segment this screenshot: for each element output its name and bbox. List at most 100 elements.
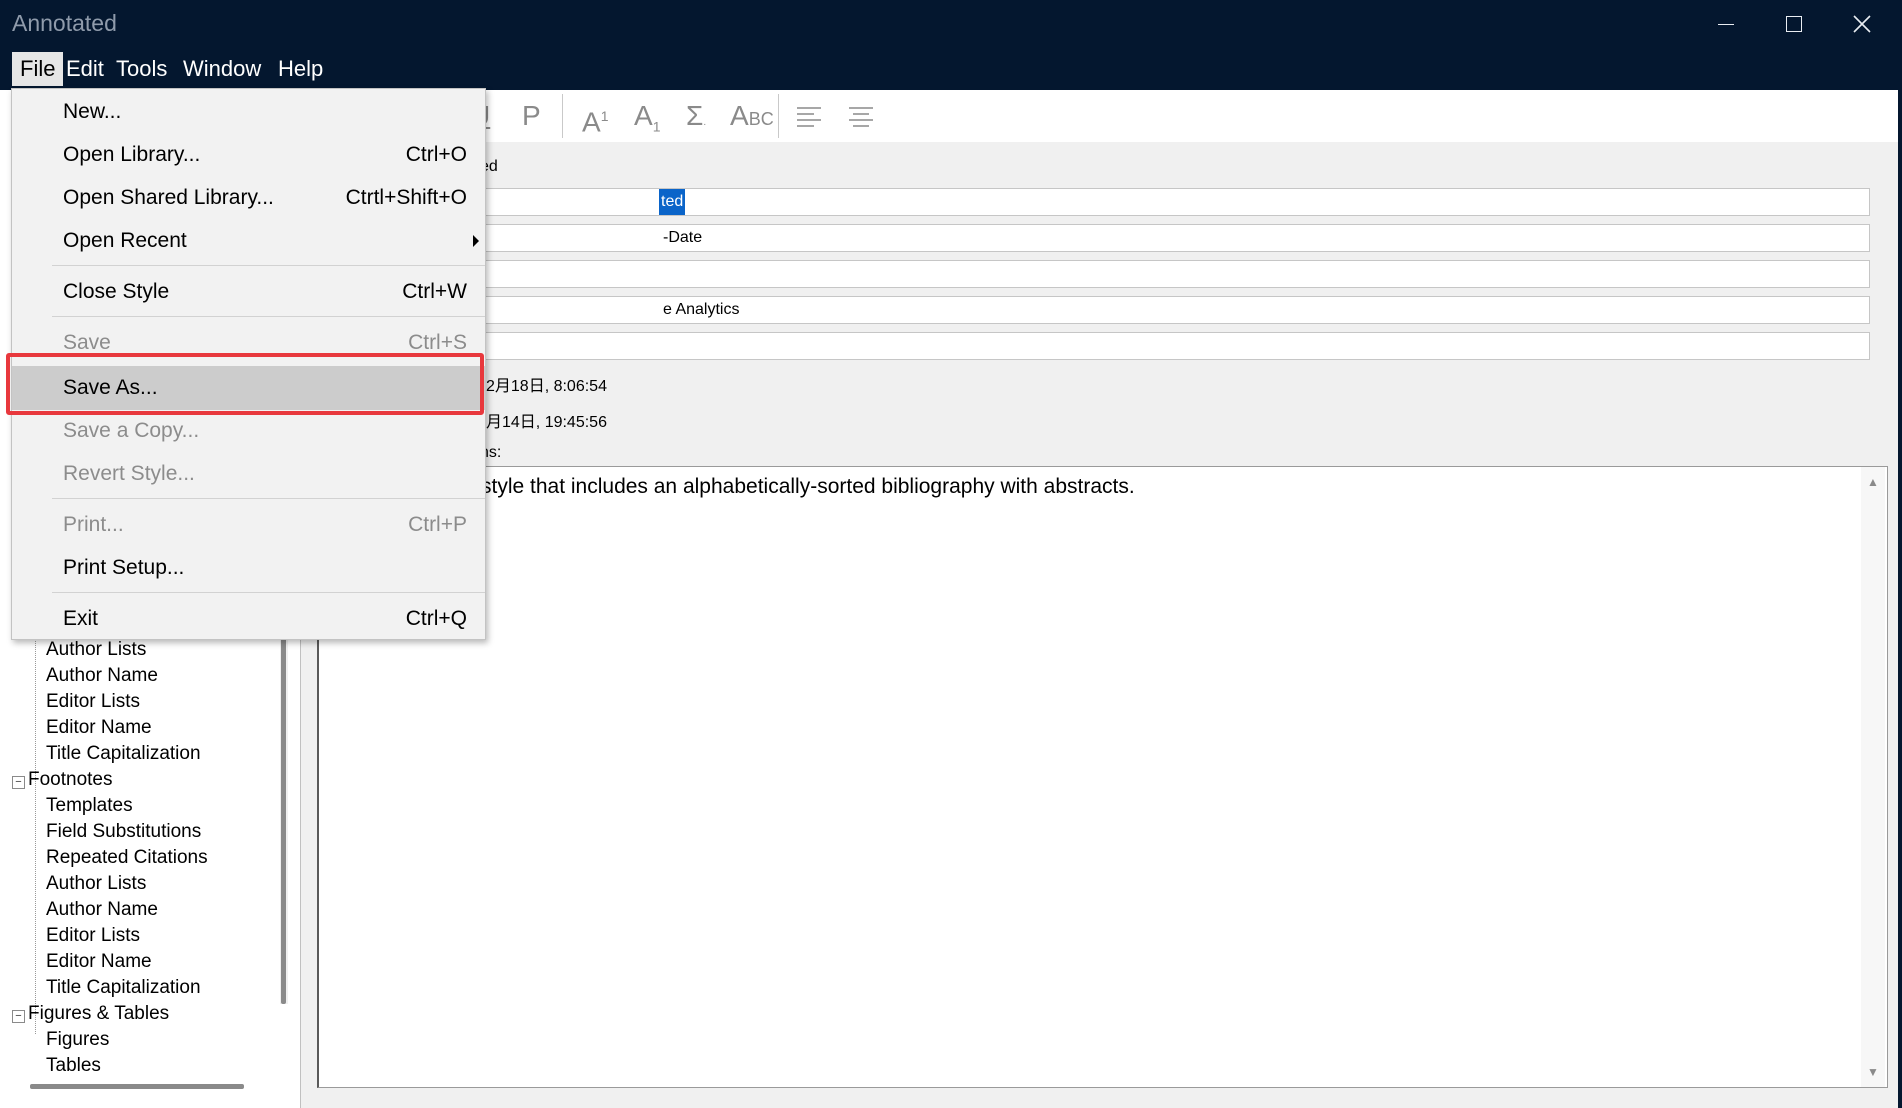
figures-tables-collapse-toggle[interactable]: − <box>12 1010 25 1023</box>
style-name-field[interactable]: ted <box>480 188 1870 216</box>
tree-item-author-name[interactable]: Author Name <box>46 898 158 922</box>
menu-item-label: Open Recent <box>63 229 187 252</box>
tree-item-title-capitalization[interactable]: Title Capitalization <box>46 976 201 1000</box>
menu-item-close-style[interactable]: Close Style Ctrl+W <box>12 272 485 312</box>
superscript-button[interactable]: A1 <box>582 98 609 138</box>
window-title: Annotated <box>12 10 117 36</box>
close-button[interactable] <box>1828 0 1896 48</box>
tree-group-footnotes[interactable]: Footnotes <box>28 768 113 792</box>
menu-separator <box>52 316 485 317</box>
comments-text: style that includes an alphabetically-so… <box>481 475 1135 498</box>
small-caps-big: A <box>730 100 749 131</box>
menu-help[interactable]: Help <box>270 52 331 86</box>
menu-edit[interactable]: Edit <box>58 52 112 86</box>
menu-item-label: Print Setup... <box>63 556 185 579</box>
tree-item-editor-lists[interactable]: Editor Lists <box>46 924 140 948</box>
tree-item-editor-name[interactable]: Editor Name <box>46 950 152 974</box>
created-date: 2月18日, 8:06:54 <box>486 378 607 395</box>
maximize-icon <box>1786 16 1802 32</box>
toolbar-separator <box>562 94 563 138</box>
tree-item-field-substitutions[interactable]: Field Substitutions <box>46 820 201 844</box>
style-url-field[interactable] <box>480 332 1870 360</box>
footnotes-collapse-toggle[interactable]: − <box>12 776 25 789</box>
menu-file[interactable]: File <box>12 52 64 86</box>
plain-button[interactable]: P <box>522 98 541 134</box>
superscript-base: A <box>582 106 601 138</box>
menu-item-label: Revert Style... <box>63 462 195 485</box>
subscript-exp: 1 <box>652 118 661 135</box>
menu-item-label: Open Shared Library... <box>63 186 274 209</box>
menu-item-open-shared-library[interactable]: Open Shared Library... Ctrtl+Shift+O <box>12 178 485 218</box>
menu-item-shortcut: Ctrtl+Shift+O <box>345 186 467 209</box>
tree-item-repeated-citations[interactable]: Repeated Citations <box>46 846 208 870</box>
minimize-icon <box>1718 23 1734 25</box>
menu-item-print: Print... Ctrl+P <box>12 505 485 545</box>
window-border <box>1898 48 1902 1108</box>
menu-item-shortcut: Ctrl+W <box>402 280 467 303</box>
style-author-field[interactable]: e Analytics <box>480 296 1870 324</box>
menu-tools[interactable]: Tools <box>108 52 175 86</box>
tree-item-editor-name[interactable]: Editor Name <box>46 716 152 740</box>
comments-scrollbar[interactable] <box>1861 467 1885 1087</box>
menu-item-label: Save a Copy... <box>63 419 200 442</box>
menu-item-revert-style: Revert Style... <box>12 454 485 494</box>
subscript-base: A <box>634 100 653 131</box>
tree-item-author-name[interactable]: Author Name <box>46 664 158 688</box>
comments-textarea[interactable]: style that includes an alphabetically-so… <box>317 466 1888 1088</box>
tree-item-title-capitalization[interactable]: Title Capitalization <box>46 742 201 766</box>
menu-bar: File Edit Tools Window Help <box>0 48 1902 90</box>
menu-item-save-a-copy: Save a Copy... <box>12 411 485 451</box>
tree-item-tables[interactable]: Tables <box>46 1054 101 1078</box>
style-author-value: e Analytics <box>663 301 740 318</box>
menu-item-label: Print... <box>63 513 124 536</box>
tree-group-figures-tables[interactable]: Figures & Tables <box>28 1002 169 1026</box>
menu-item-label: Close Style <box>63 280 170 303</box>
small-caps-small: BC <box>748 109 774 129</box>
menu-separator <box>52 498 485 499</box>
small-caps-button[interactable]: ABC <box>730 98 774 134</box>
minimize-button[interactable] <box>1692 0 1760 48</box>
align-center-icon <box>849 107 873 127</box>
tree-item-templates[interactable]: Templates <box>46 794 133 818</box>
symbol-button[interactable]: Σ. <box>686 98 706 134</box>
menu-item-shortcut: Ctrl+P <box>408 513 467 536</box>
tree-vertical-scroll-thumb[interactable] <box>281 622 286 1004</box>
submenu-arrow-icon <box>473 235 479 247</box>
title-bar: Annotated <box>0 0 1902 48</box>
menu-window[interactable]: Window <box>175 52 269 86</box>
modified-date: 月14日, 19:45:56 <box>486 414 607 431</box>
align-left-button[interactable] <box>796 106 822 133</box>
tree-item-figures[interactable]: Figures <box>46 1028 109 1052</box>
close-icon <box>1853 15 1871 33</box>
style-category-field[interactable]: -Date <box>480 224 1870 252</box>
menu-item-open-recent[interactable]: Open Recent <box>12 221 485 261</box>
style-description-field[interactable] <box>480 260 1870 288</box>
menu-item-label: Open Library... <box>63 143 201 166</box>
tree-guide <box>35 622 36 1034</box>
menu-separator <box>52 592 485 593</box>
menu-item-shortcut: Ctrl+O <box>405 143 467 166</box>
tree-item-author-lists[interactable]: Author Lists <box>46 638 146 662</box>
style-info-panel: ed ted -Date e Analytics 2月18日, 8:06:54 … <box>302 142 1898 1108</box>
align-left-icon <box>797 107 821 127</box>
menu-item-shortcut: Ctrl+Q <box>405 607 467 630</box>
symbol-glyph: Σ <box>686 100 704 131</box>
tree-item-editor-lists[interactable]: Editor Lists <box>46 690 140 714</box>
menu-item-print-setup[interactable]: Print Setup... <box>12 548 485 588</box>
style-category-value: -Date <box>663 229 703 246</box>
maximize-button[interactable] <box>1760 0 1828 48</box>
align-center-button[interactable] <box>848 106 874 133</box>
menu-item-open-library[interactable]: Open Library... Ctrl+O <box>12 135 485 175</box>
tree-item-author-lists[interactable]: Author Lists <box>46 872 146 896</box>
menu-item-new[interactable]: New... <box>12 92 485 132</box>
subscript-button[interactable]: A1 <box>634 98 661 135</box>
toolbar-separator <box>778 94 779 138</box>
highlight-annotation-box <box>6 353 484 415</box>
scroll-up-icon[interactable]: ▲ <box>1867 475 1879 489</box>
menu-separator <box>52 265 485 266</box>
superscript-exp: 1 <box>600 108 609 124</box>
scroll-down-icon[interactable]: ▼ <box>1867 1065 1879 1079</box>
tree-horizontal-scroll-thumb[interactable] <box>30 1084 244 1089</box>
menu-item-label: Exit <box>63 607 99 630</box>
menu-item-exit[interactable]: Exit Ctrl+Q <box>12 599 485 639</box>
